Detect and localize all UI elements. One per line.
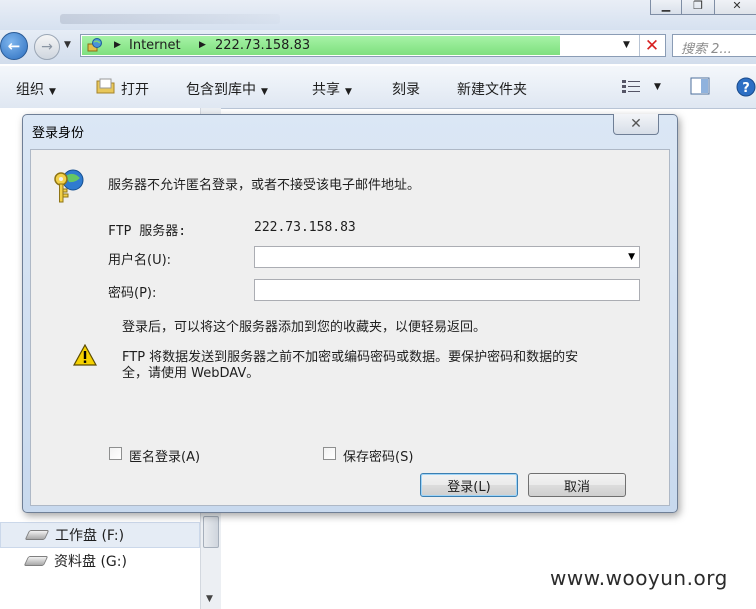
dialog-close-button[interactable]: ✕ bbox=[613, 114, 659, 135]
scroll-down-arrow-icon[interactable]: ▼ bbox=[206, 594, 213, 604]
preview-pane-icon[interactable] bbox=[690, 77, 710, 95]
anonymous-login-checkbox[interactable] bbox=[109, 447, 122, 460]
title-ghost bbox=[60, 14, 280, 24]
watermark: www.wooyun.org bbox=[550, 566, 728, 590]
view-dropdown-icon[interactable]: ▼ bbox=[654, 82, 661, 92]
back-arrow-icon: ← bbox=[7, 37, 21, 55]
open-button[interactable]: 打开 bbox=[121, 79, 149, 99]
organize-menu[interactable]: 组织 ▼ bbox=[16, 79, 56, 99]
chevron-down-icon: ▼ bbox=[261, 87, 268, 97]
include-in-library-label: 包含到库中 bbox=[186, 82, 256, 98]
username-combobox[interactable]: ▼ bbox=[254, 246, 640, 268]
back-button[interactable]: ← bbox=[0, 32, 28, 60]
command-bar: 组织 ▼ 打开 包含到库中 ▼ 共享 ▼ 刻录 新建文件夹 ▼ ? bbox=[0, 66, 756, 109]
maximize-button[interactable]: ❐ bbox=[681, 0, 715, 15]
breadcrumb-ip[interactable]: 222.73.158.83 bbox=[215, 38, 310, 53]
login-message: 服务器不允许匿名登录，或者不接受该电子邮件地址。 bbox=[108, 178, 421, 193]
minimize-button[interactable]: ▁ bbox=[650, 0, 682, 15]
dialog-title: 登录身份 bbox=[32, 126, 85, 141]
ftp-server-value: 222.73.158.83 bbox=[254, 220, 356, 235]
scrollbar-thumb[interactable] bbox=[203, 516, 219, 548]
drive-label: 工作盘 (F:) bbox=[55, 528, 125, 544]
hard-drive-icon bbox=[23, 556, 49, 566]
drive-item-g[interactable]: 资料盘 (G:) bbox=[0, 549, 198, 573]
password-label: 密码(P): bbox=[108, 286, 157, 301]
address-bar[interactable]: ▶ Internet ▶ 222.73.158.83 ▼ ✕ bbox=[80, 34, 666, 57]
svg-text:?: ? bbox=[742, 81, 750, 96]
close-icon: ✕ bbox=[630, 116, 642, 132]
help-icon[interactable]: ? bbox=[736, 77, 756, 97]
search-input[interactable]: 搜索 2... bbox=[672, 34, 756, 57]
drive-item-f[interactable]: 工作盘 (F:) bbox=[0, 522, 200, 548]
recent-pages-dropdown[interactable]: ▼ bbox=[64, 40, 71, 50]
breadcrumb-arrow-icon: ▶ bbox=[199, 40, 206, 50]
hard-drive-icon bbox=[24, 530, 50, 540]
forward-button[interactable]: → bbox=[34, 34, 60, 60]
forward-arrow-icon: → bbox=[41, 39, 53, 55]
password-field[interactable] bbox=[254, 279, 640, 301]
login-button[interactable]: 登录(L) bbox=[420, 473, 518, 497]
chevron-down-icon: ▼ bbox=[345, 87, 352, 97]
chevron-down-icon[interactable]: ▼ bbox=[628, 252, 635, 262]
warning-icon bbox=[73, 344, 97, 366]
drive-label: 资料盘 (G:) bbox=[54, 554, 127, 570]
open-folder-icon bbox=[96, 78, 115, 94]
username-label: 用户名(U): bbox=[108, 253, 172, 268]
save-password-label[interactable]: 保存密码(S) bbox=[343, 446, 413, 465]
favorites-info-text: 登录后，可以将这个服务器添加到您的收藏夹，以便轻易返回。 bbox=[122, 320, 487, 335]
chevron-down-icon: ▼ bbox=[49, 87, 56, 97]
stop-loading-button[interactable]: ✕ bbox=[639, 35, 664, 56]
organize-label: 组织 bbox=[16, 82, 44, 98]
save-password-checkbox[interactable] bbox=[323, 447, 336, 460]
anonymous-login-label[interactable]: 匿名登录(A) bbox=[129, 446, 200, 465]
view-options-icon[interactable] bbox=[622, 79, 642, 93]
stop-x-icon: ✕ bbox=[644, 35, 660, 56]
dialog-body: 服务器不允许匿名登录，或者不接受该电子邮件地址。 FTP 服务器: 222.73… bbox=[30, 149, 670, 506]
share-label: 共享 bbox=[312, 82, 340, 98]
cancel-button[interactable]: 取消 bbox=[528, 473, 626, 497]
breadcrumb-internet[interactable]: Internet bbox=[129, 38, 181, 53]
include-in-library-menu[interactable]: 包含到库中 ▼ bbox=[186, 79, 268, 99]
keys-icon bbox=[54, 169, 84, 203]
warning-text-line2: 全，请使用 WebDAV。 bbox=[122, 366, 260, 381]
window-titlebar: ▁ ❐ ✕ bbox=[0, 0, 756, 30]
close-window-button[interactable]: ✕ bbox=[714, 0, 756, 15]
address-history-dropdown[interactable]: ▼ bbox=[623, 40, 630, 50]
burn-button[interactable]: 刻录 bbox=[392, 79, 420, 99]
share-menu[interactable]: 共享 ▼ bbox=[312, 79, 352, 99]
network-globe-icon bbox=[87, 38, 102, 52]
ftp-server-label: FTP 服务器: bbox=[108, 224, 187, 239]
login-dialog: 登录身份 ✕ 服务器不允许匿名登录，或者不接受该电子邮件地址。 FTP 服务器:… bbox=[22, 114, 678, 513]
new-folder-button[interactable]: 新建文件夹 bbox=[457, 79, 527, 99]
breadcrumb-arrow-icon: ▶ bbox=[114, 40, 121, 50]
